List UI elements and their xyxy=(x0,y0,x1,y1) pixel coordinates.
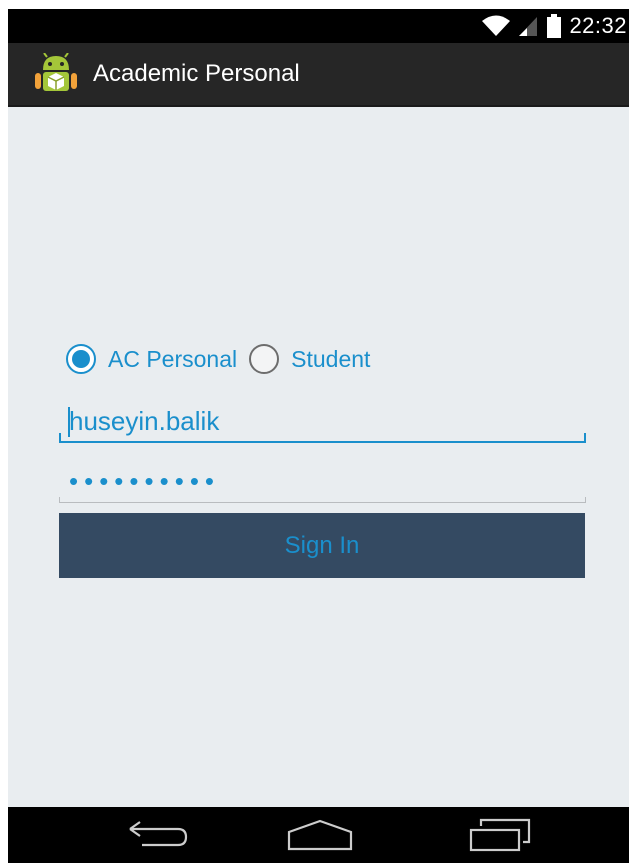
radio-student[interactable]: Student xyxy=(249,344,382,374)
home-button[interactable] xyxy=(260,807,380,863)
password-underline xyxy=(59,497,586,503)
role-radio-group: AC Personal Student xyxy=(66,344,382,374)
status-bar: 22:32 xyxy=(8,9,629,43)
navigation-bar xyxy=(8,807,629,863)
sign-in-button[interactable]: Sign In xyxy=(59,513,585,578)
radio-ac-personal[interactable]: AC Personal xyxy=(66,344,249,374)
phone-screen: 22:32 Academic Personal AC Personal Stud… xyxy=(8,9,629,863)
back-button[interactable] xyxy=(98,807,218,863)
battery-icon xyxy=(547,14,562,38)
radio-label-student: Student xyxy=(291,345,371,372)
action-bar: Academic Personal xyxy=(8,43,629,107)
password-input[interactable] xyxy=(69,466,569,497)
username-underline xyxy=(59,433,586,443)
recent-apps-button[interactable] xyxy=(440,807,560,863)
recent-apps-icon xyxy=(469,818,531,852)
login-form: AC Personal Student Sign In xyxy=(8,107,629,807)
radio-label-ac-personal: AC Personal xyxy=(108,345,238,372)
password-field[interactable] xyxy=(59,457,586,503)
home-icon xyxy=(287,819,353,851)
status-time: 22:32 xyxy=(569,13,627,38)
back-icon xyxy=(129,821,188,847)
radio-unchecked-icon[interactable] xyxy=(249,344,280,374)
username-field[interactable] xyxy=(59,397,586,443)
radio-checked-icon[interactable] xyxy=(66,344,96,374)
wifi-icon xyxy=(482,15,511,36)
signal-icon xyxy=(519,17,538,36)
app-title: Academic Personal xyxy=(93,60,300,87)
android-app-icon xyxy=(35,53,77,91)
